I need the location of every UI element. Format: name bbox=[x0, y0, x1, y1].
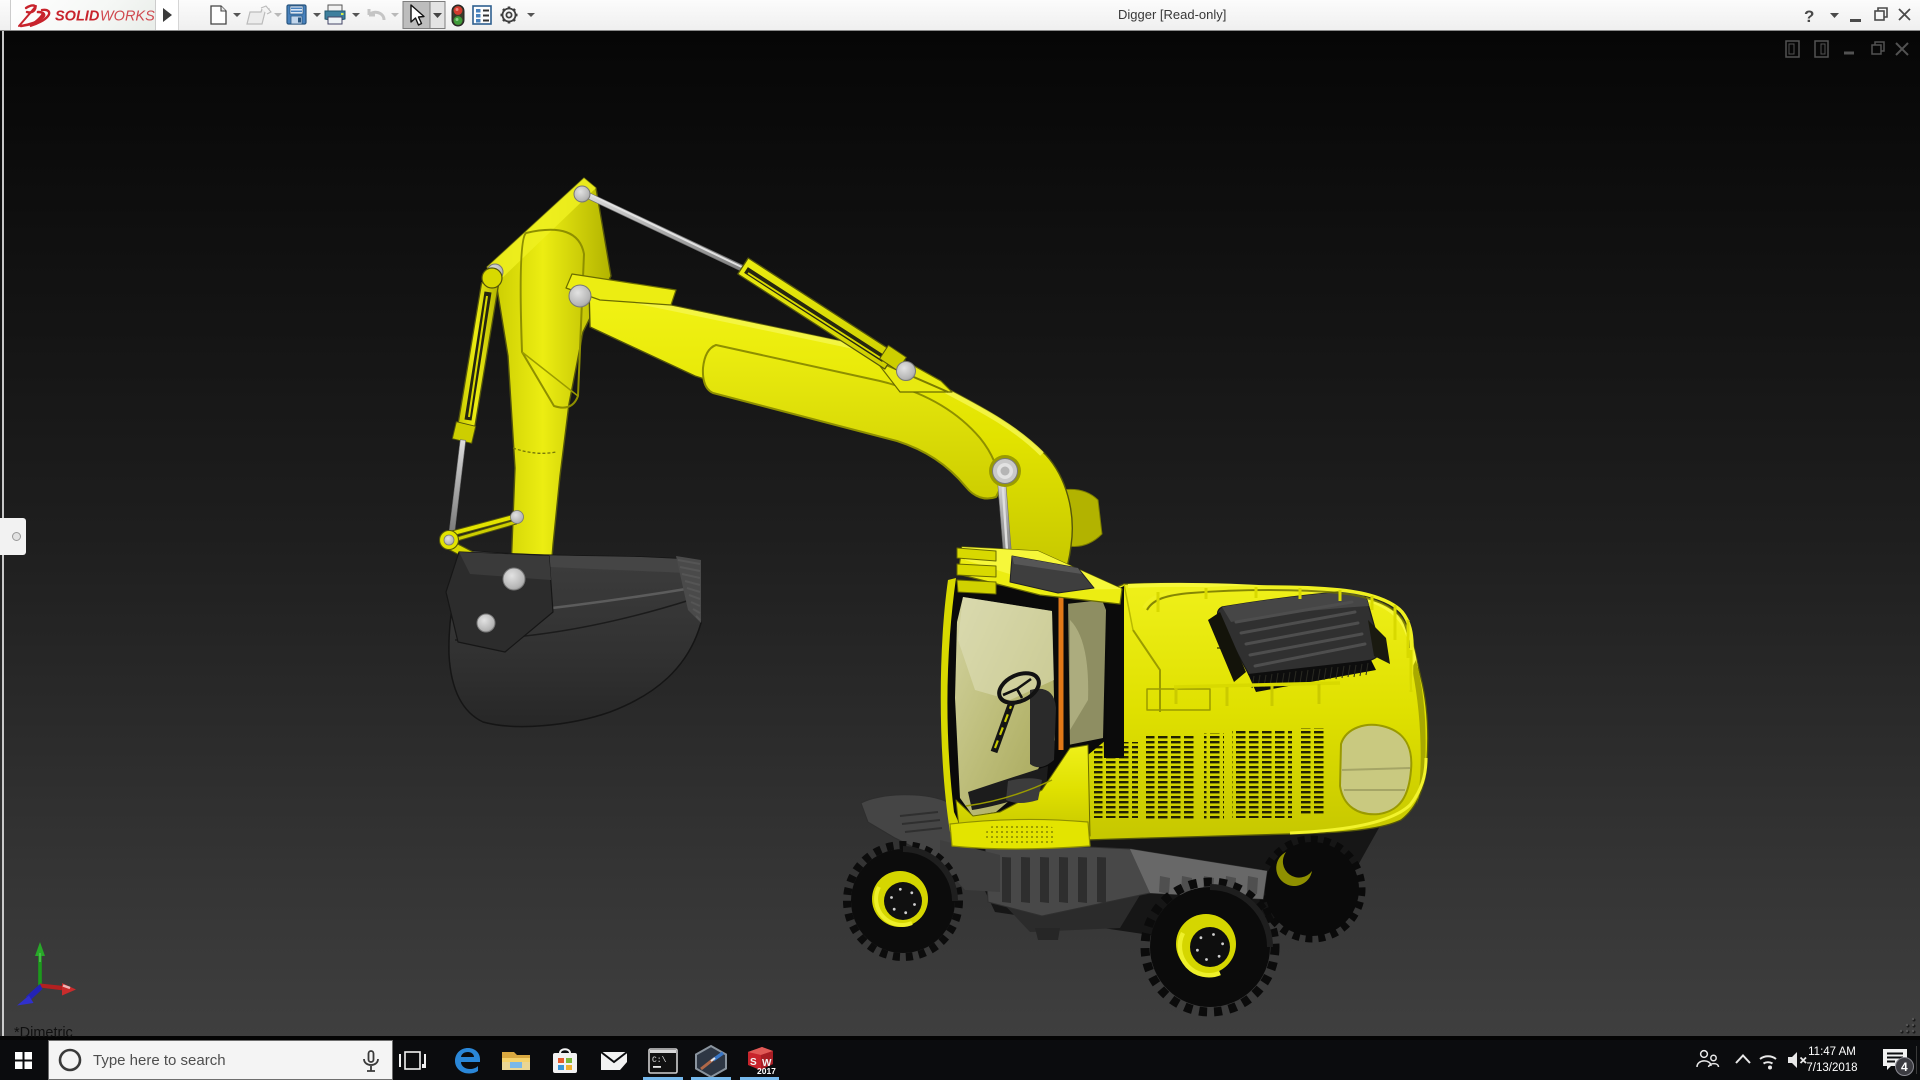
svg-text:WORKS: WORKS bbox=[100, 9, 155, 25]
svg-text:C:\: C:\ bbox=[652, 1056, 667, 1065]
svg-text:2017: 2017 bbox=[757, 1066, 776, 1076]
svg-text:SOLID: SOLID bbox=[55, 9, 100, 25]
svg-text:?: ? bbox=[1804, 7, 1814, 26]
svg-text:4: 4 bbox=[1901, 1060, 1908, 1074]
svg-text:S: S bbox=[750, 1057, 757, 1068]
